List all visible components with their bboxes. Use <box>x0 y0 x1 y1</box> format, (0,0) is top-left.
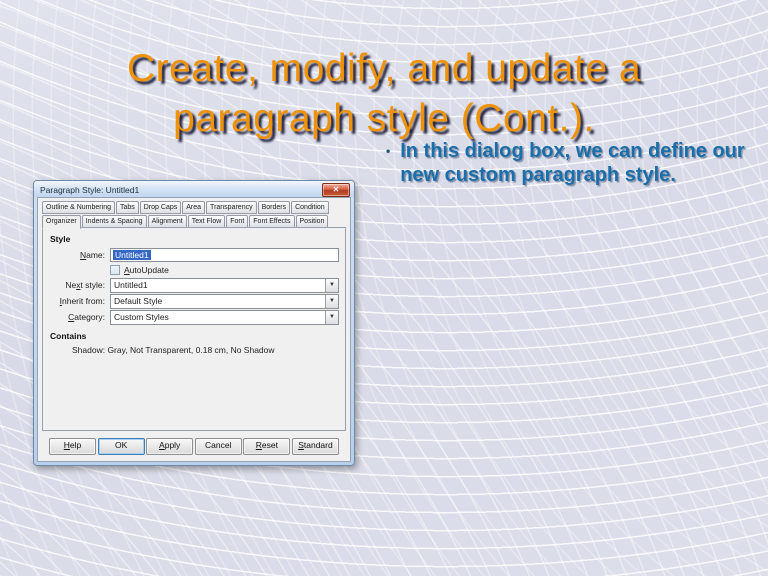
bullet-icon: • <box>386 139 390 163</box>
category-value: Custom Styles <box>111 311 325 324</box>
category-combobox[interactable]: Custom Styles ▼ <box>110 310 339 325</box>
contains-group-label: Contains <box>50 331 339 341</box>
autoupdate-checkbox[interactable] <box>110 265 120 275</box>
next-style-row: Next style: Untitled1 ▼ <box>49 278 339 292</box>
slide-title-line2: paragraph style (Cont.). <box>0 94 768 144</box>
bullet-item: • In this dialog box, we can define our … <box>386 139 760 187</box>
autoupdate-label: AutoUpdate <box>124 265 169 275</box>
next-style-label: Next style: <box>49 280 105 290</box>
tab-organizer[interactable]: Organizer <box>42 215 81 229</box>
category-label: Category: <box>49 312 105 322</box>
next-style-value: Untitled1 <box>111 279 325 292</box>
inherit-from-row: Inherit from: Default Style ▼ <box>49 294 339 308</box>
help-button[interactable]: Help <box>49 438 96 455</box>
category-row: Category: Custom Styles ▼ <box>49 310 339 324</box>
bullet-text: In this dialog box, we can define our ne… <box>400 139 760 187</box>
inherit-from-value: Default Style <box>111 295 325 308</box>
slide-title: Create, modify, and update a paragraph s… <box>0 44 768 144</box>
chevron-down-icon[interactable]: ▼ <box>325 295 338 308</box>
name-label: Name: <box>49 250 105 260</box>
organizer-tabpage: Style Name: Untitled1 AutoUpdate Next st… <box>42 227 346 431</box>
tab-area[interactable]: Area <box>182 201 205 214</box>
tab-condition[interactable]: Condition <box>291 201 329 214</box>
tab-transparency[interactable]: Transparency <box>206 201 257 214</box>
paragraph-style-dialog: Paragraph Style: Untitled1 ✕ Outline & N… <box>33 180 355 466</box>
chevron-down-icon[interactable]: ▼ <box>325 311 338 324</box>
contains-description: Shadow: Gray, Not Transparent, 0.18 cm, … <box>72 345 339 355</box>
apply-button[interactable]: Apply <box>146 438 193 455</box>
dialog-body: Outline & Numbering Tabs Drop Caps Area … <box>37 197 351 462</box>
tab-row-back: Outline & Numbering Tabs Drop Caps Area … <box>42 201 346 214</box>
tab-borders[interactable]: Borders <box>258 201 291 214</box>
ok-button[interactable]: OK <box>98 438 145 455</box>
tab-tabs[interactable]: Tabs <box>116 201 139 214</box>
inherit-from-label: Inherit from: <box>49 296 105 306</box>
close-icon[interactable]: ✕ <box>322 183 350 197</box>
tab-drop-caps[interactable]: Drop Caps <box>140 201 181 214</box>
standard-button[interactable]: Standard <box>292 438 339 455</box>
dialog-button-row: Help OK Apply Cancel Reset Standard <box>49 438 339 455</box>
name-input[interactable]: Untitled1 <box>110 248 339 262</box>
tab-outline-numbering[interactable]: Outline & Numbering <box>42 201 115 214</box>
dialog-title: Paragraph Style: Untitled1 <box>40 185 322 195</box>
next-style-combobox[interactable]: Untitled1 ▼ <box>110 278 339 293</box>
autoupdate-row: AutoUpdate <box>110 264 339 276</box>
name-input-value: Untitled1 <box>113 250 151 260</box>
dialog-titlebar[interactable]: Paragraph Style: Untitled1 ✕ <box>34 181 354 197</box>
cancel-button[interactable]: Cancel <box>195 438 242 455</box>
name-row: Name: Untitled1 <box>49 248 339 262</box>
reset-button[interactable]: Reset <box>243 438 290 455</box>
style-group-label: Style <box>50 234 339 244</box>
chevron-down-icon[interactable]: ▼ <box>325 279 338 292</box>
slide: Create, modify, and update a paragraph s… <box>0 0 768 576</box>
inherit-from-combobox[interactable]: Default Style ▼ <box>110 294 339 309</box>
slide-title-line1: Create, modify, and update a <box>0 44 768 94</box>
